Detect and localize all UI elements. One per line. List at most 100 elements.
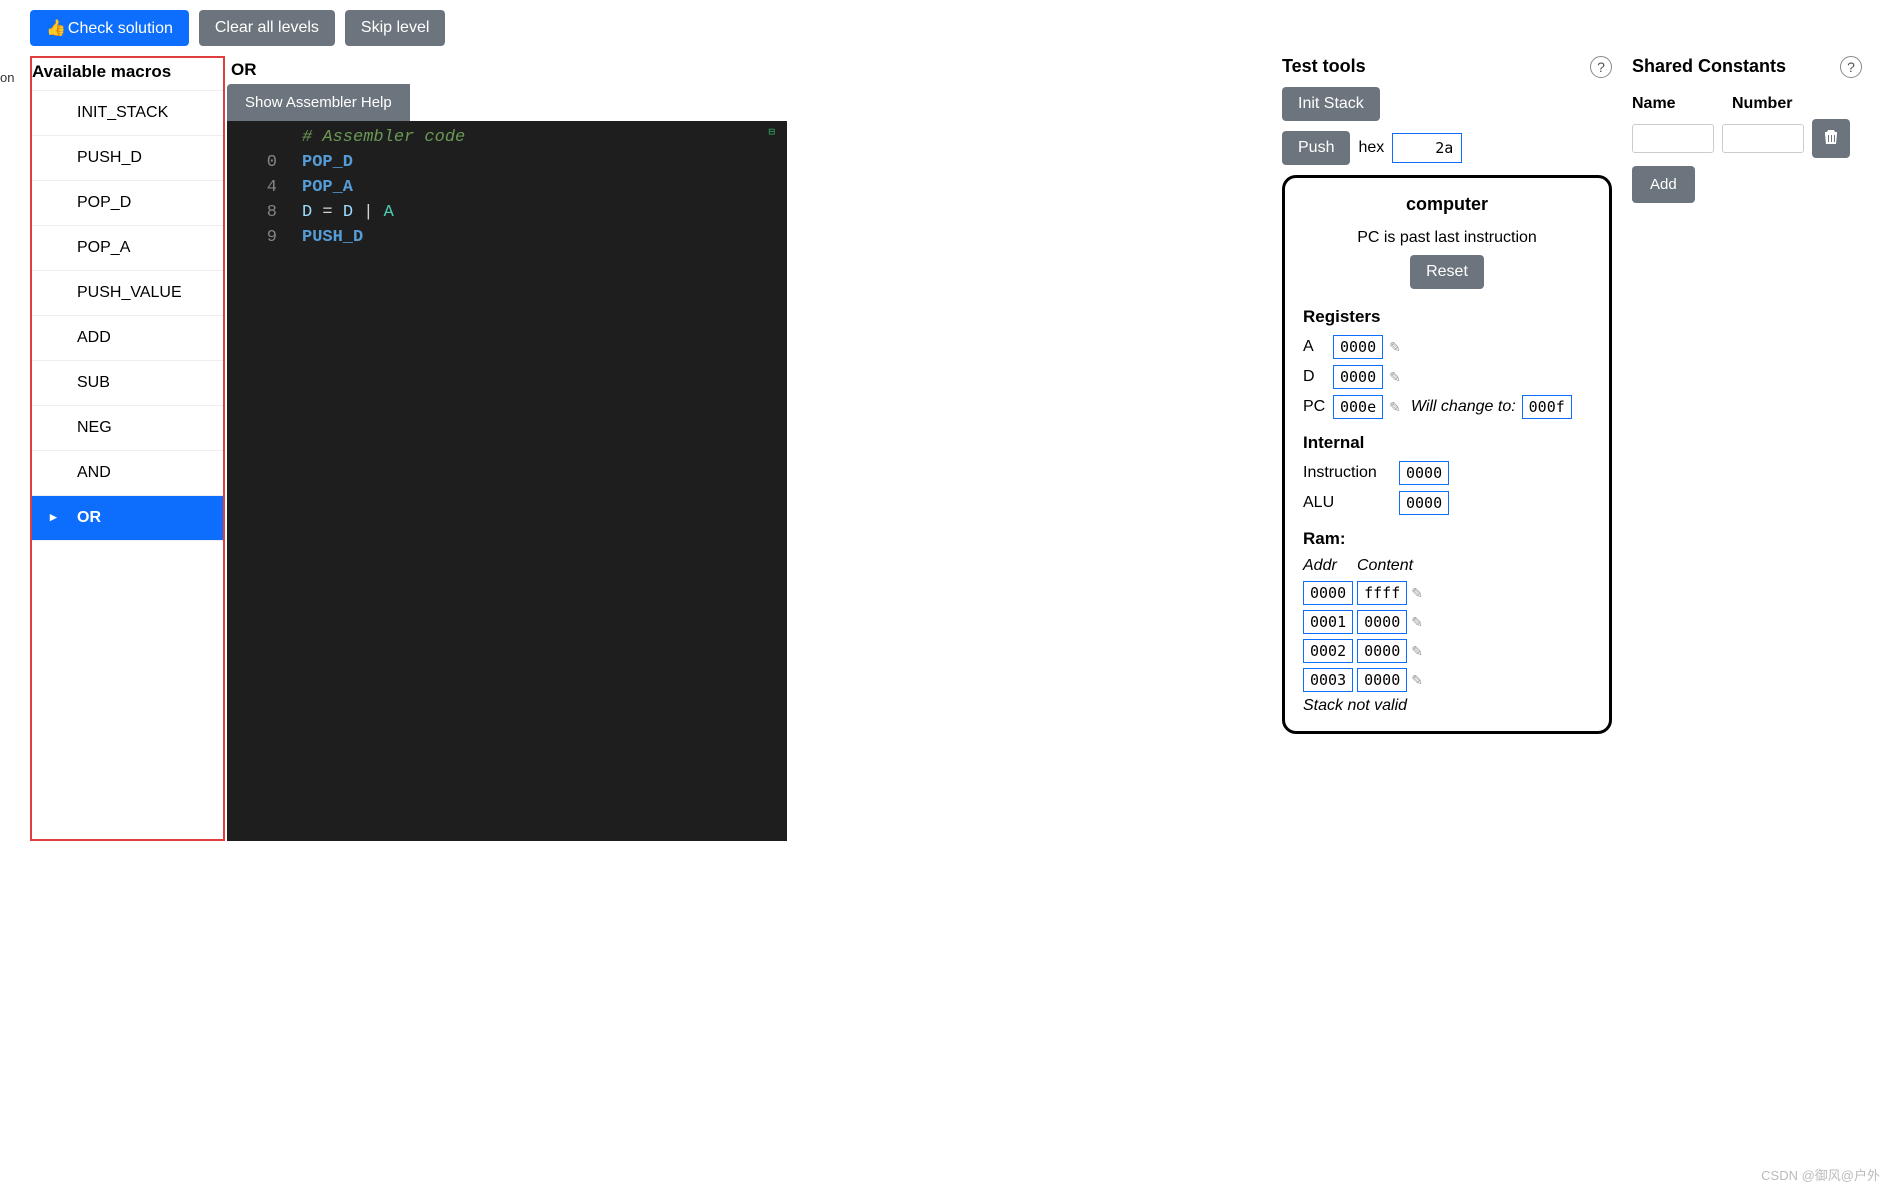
line-number: 8	[227, 203, 302, 222]
macro-list: INIT_STACK PUSH_D POP_D POP_A PUSH_VALUE…	[32, 90, 223, 541]
pc-next-value: 000f	[1522, 395, 1572, 419]
internal-value: 0000	[1399, 461, 1449, 485]
macro-item-add[interactable]: ADD	[32, 316, 223, 361]
will-change-label: Will change to:	[1411, 398, 1516, 416]
internal-row-alu: ALU 0000	[1303, 491, 1591, 515]
constant-row	[1632, 119, 1862, 158]
ram-content[interactable]: 0000	[1357, 610, 1407, 634]
editor-line: 4 POP_A	[227, 175, 787, 200]
toolbar: 👍Check solution Clear all levels Skip le…	[0, 0, 1892, 56]
ram-addr: 0001	[1303, 610, 1353, 634]
register-value[interactable]: 0000	[1333, 335, 1383, 359]
editor-line: # Assembler code	[227, 125, 787, 150]
number-header: Number	[1732, 95, 1792, 113]
pencil-icon[interactable]: ✎	[1411, 585, 1423, 602]
ram-addr: 0000	[1303, 581, 1353, 605]
register-label: D	[1303, 368, 1327, 386]
reset-button[interactable]: Reset	[1410, 255, 1484, 289]
macro-item-init-stack[interactable]: INIT_STACK	[32, 90, 223, 136]
macro-item-push-value[interactable]: PUSH_VALUE	[32, 271, 223, 316]
macro-item-pop-d[interactable]: POP_D	[32, 181, 223, 226]
ram-row: 0003 0000 ✎	[1303, 668, 1591, 692]
constants-headers: Name Number	[1632, 95, 1862, 113]
pencil-icon[interactable]: ✎	[1389, 339, 1401, 356]
line-number	[227, 128, 302, 147]
editor-line: 9 PUSH_D	[227, 225, 787, 250]
check-solution-button[interactable]: 👍Check solution	[30, 10, 189, 46]
line-number: 4	[227, 178, 302, 197]
ram-content[interactable]: 0000	[1357, 639, 1407, 663]
pencil-icon[interactable]: ✎	[1411, 614, 1423, 631]
delete-constant-button[interactable]	[1812, 119, 1850, 158]
constants-title: Shared Constants	[1632, 56, 1786, 87]
help-icon[interactable]: ?	[1840, 56, 1862, 78]
push-button[interactable]: Push	[1282, 131, 1350, 165]
internal-row-instruction: Instruction 0000	[1303, 461, 1591, 485]
register-value[interactable]: 000e	[1333, 395, 1383, 419]
stack-invalid-message: Stack not valid	[1303, 697, 1591, 715]
ram-row: 0000 ffff ✎	[1303, 581, 1591, 605]
macro-item-neg[interactable]: NEG	[32, 406, 223, 451]
clear-all-button[interactable]: Clear all levels	[199, 10, 335, 46]
ram-content[interactable]: ffff	[1357, 581, 1407, 605]
hex-label: hex	[1358, 139, 1384, 157]
trash-icon	[1824, 129, 1838, 145]
code-comment: # Assembler code	[302, 128, 787, 147]
registers-title: Registers	[1303, 307, 1591, 327]
line-number: 9	[227, 228, 302, 247]
macro-item-and[interactable]: AND	[32, 451, 223, 496]
editor-line: 8 D = D | A	[227, 200, 787, 225]
test-tools-panel: Test tools ? Init Stack Push hex compute…	[1282, 56, 1612, 841]
register-value[interactable]: 0000	[1333, 365, 1383, 389]
line-number: 0	[227, 153, 302, 172]
init-stack-button[interactable]: Init Stack	[1282, 87, 1380, 121]
pencil-icon[interactable]: ✎	[1411, 643, 1423, 660]
register-row-d: D 0000 ✎	[1303, 365, 1591, 389]
macros-panel: Available macros INIT_STACK PUSH_D POP_D…	[30, 56, 225, 841]
macro-item-push-d[interactable]: PUSH_D	[32, 136, 223, 181]
show-assembler-help-button[interactable]: Show Assembler Help	[227, 84, 410, 121]
help-icon[interactable]: ?	[1590, 56, 1612, 78]
register-label: PC	[1303, 398, 1327, 416]
macro-item-pop-a[interactable]: POP_A	[32, 226, 223, 271]
page-fragment-text: on	[0, 70, 14, 85]
code-editor[interactable]: ⊟ # Assembler code 0 POP_D 4 POP_A 8 D =…	[227, 121, 787, 841]
internal-label: Instruction	[1303, 464, 1393, 482]
macro-item-or[interactable]: OR	[32, 496, 223, 541]
pencil-icon[interactable]: ✎	[1389, 369, 1401, 386]
computer-panel: computer PC is past last instruction Res…	[1282, 175, 1612, 734]
watermark: CSDN @御风@户外	[1761, 1165, 1880, 1184]
name-header: Name	[1632, 95, 1722, 113]
code-keyword: POP_A	[302, 178, 787, 197]
internal-label: ALU	[1303, 494, 1393, 512]
internal-title: Internal	[1303, 433, 1591, 453]
code-expression: D = D | A	[302, 203, 787, 222]
code-keyword: PUSH_D	[302, 228, 787, 247]
editor-status-icon: ⊟	[768, 125, 775, 139]
constant-name-input[interactable]	[1632, 124, 1714, 153]
hex-input[interactable]	[1392, 133, 1462, 163]
pencil-icon[interactable]: ✎	[1389, 399, 1401, 416]
pencil-icon[interactable]: ✎	[1411, 672, 1423, 689]
internal-value: 0000	[1399, 491, 1449, 515]
ram-addr: 0002	[1303, 639, 1353, 663]
ram-row: 0001 0000 ✎	[1303, 610, 1591, 634]
ram-headers: Addr Content	[1303, 557, 1591, 575]
editor-line: 0 POP_D	[227, 150, 787, 175]
ram-header-addr: Addr	[1303, 557, 1347, 575]
macro-item-sub[interactable]: SUB	[32, 361, 223, 406]
register-label: A	[1303, 338, 1327, 356]
add-constant-button[interactable]: Add	[1632, 166, 1695, 203]
ram-row: 0002 0000 ✎	[1303, 639, 1591, 663]
test-tools-title: Test tools	[1282, 56, 1366, 87]
register-row-a: A 0000 ✎	[1303, 335, 1591, 359]
editor-title: OR	[227, 56, 261, 84]
ram-content[interactable]: 0000	[1357, 668, 1407, 692]
ram-title: Ram:	[1303, 529, 1591, 549]
skip-level-button[interactable]: Skip level	[345, 10, 445, 46]
constant-number-input[interactable]	[1722, 124, 1804, 153]
register-row-pc: PC 000e ✎ Will change to: 000f	[1303, 395, 1591, 419]
constants-panel: Shared Constants ? Name Number Add	[1632, 56, 1862, 841]
thumbs-up-icon: 👍	[46, 18, 66, 38]
code-keyword: POP_D	[302, 153, 787, 172]
